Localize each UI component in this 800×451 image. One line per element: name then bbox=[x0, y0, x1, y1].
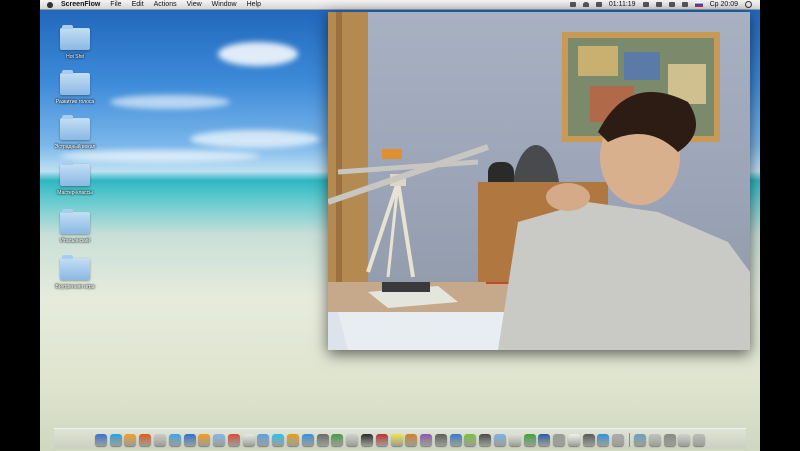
menu-window[interactable]: Window bbox=[212, 1, 237, 8]
tripod-leg bbox=[396, 181, 415, 278]
photo bbox=[624, 52, 660, 80]
menu-actions[interactable]: Actions bbox=[154, 1, 177, 8]
folder-label: Мастер-классы bbox=[57, 190, 93, 196]
dock-app-icon[interactable] bbox=[693, 434, 706, 446]
dock-app-icon[interactable] bbox=[479, 434, 492, 446]
person-hoodie bbox=[498, 202, 750, 350]
dock-app-icon[interactable] bbox=[272, 434, 285, 446]
cloud bbox=[190, 130, 320, 148]
dock-app-icon[interactable] bbox=[420, 434, 433, 446]
dock-app-icon[interactable] bbox=[434, 434, 447, 446]
dock-app-icon[interactable] bbox=[213, 434, 226, 446]
webcam-video-icon bbox=[328, 12, 750, 350]
dock-separator bbox=[628, 433, 630, 447]
dock-app-icon[interactable] bbox=[612, 434, 625, 446]
dock-app-icon[interactable] bbox=[390, 434, 403, 446]
folder-label: Итальянский bbox=[60, 238, 90, 244]
dock-app-icon[interactable] bbox=[493, 434, 506, 446]
dock-app-icon[interactable] bbox=[242, 434, 255, 446]
wifi-icon[interactable] bbox=[582, 2, 589, 7]
menu-app-name[interactable]: ScreenFlow bbox=[61, 1, 100, 8]
cloud bbox=[110, 95, 230, 109]
folder-label: Развитие голоса bbox=[55, 99, 95, 105]
photo bbox=[578, 46, 618, 76]
curtain-fold bbox=[336, 12, 342, 292]
desktop-folder[interactable]: Мастер-классы bbox=[52, 161, 98, 196]
folder-label: Внутренняя игра bbox=[55, 284, 95, 290]
dock-app-icon[interactable] bbox=[648, 434, 661, 446]
dock-app-icon[interactable] bbox=[198, 434, 211, 446]
menu-clock[interactable]: Ср 20:09 bbox=[710, 1, 738, 8]
dock-app-icon[interactable] bbox=[331, 434, 344, 446]
webcam-video-window[interactable] bbox=[328, 12, 750, 350]
menu-edit[interactable]: Edit bbox=[132, 1, 144, 8]
dock-app-icon[interactable] bbox=[287, 434, 300, 446]
dock-app-icon[interactable] bbox=[375, 434, 388, 446]
dock-app-icon[interactable] bbox=[183, 434, 196, 446]
volume-icon[interactable] bbox=[655, 2, 662, 7]
dock-app-icon[interactable] bbox=[464, 434, 477, 446]
battery-icon[interactable] bbox=[668, 2, 675, 7]
cloud bbox=[218, 42, 298, 66]
desktop-folder[interactable]: Развитие голоса bbox=[52, 70, 98, 105]
bluetooth-icon[interactable] bbox=[681, 2, 688, 7]
dock-app-icon[interactable] bbox=[227, 434, 240, 446]
cloud bbox=[60, 150, 260, 162]
dock-app-icon[interactable] bbox=[678, 434, 691, 446]
dock-app-icon[interactable] bbox=[553, 434, 566, 446]
folder-icon bbox=[60, 209, 90, 234]
folder-label: Hot Shit bbox=[66, 54, 84, 60]
input-source-flag-icon[interactable] bbox=[694, 2, 703, 7]
dock-app-icon[interactable] bbox=[154, 434, 166, 446]
dock-app-icon[interactable] bbox=[449, 434, 462, 446]
dock-app-icon[interactable] bbox=[634, 434, 646, 446]
dock-app-icon[interactable] bbox=[316, 434, 329, 446]
dock-app-icon[interactable] bbox=[139, 434, 152, 446]
desktop-folder[interactable]: Внутренняя игра bbox=[52, 255, 98, 290]
dock-app-icon[interactable] bbox=[360, 434, 373, 446]
status-menus: 01:11:19 Ср 20:09 bbox=[569, 0, 752, 9]
dock-app-icon[interactable] bbox=[538, 434, 551, 446]
menu-help[interactable]: Help bbox=[247, 1, 261, 8]
apple-menu-icon[interactable] bbox=[47, 1, 53, 8]
screenflow-status-icon[interactable] bbox=[569, 2, 576, 7]
menu-bar: ScreenFlow File Edit Actions View Window… bbox=[40, 0, 760, 10]
dock-app-icon[interactable] bbox=[405, 434, 418, 446]
folder-icon bbox=[60, 255, 90, 280]
dock-app-icon[interactable] bbox=[109, 434, 122, 446]
desktop-folder[interactable]: Эстрадный вокал bbox=[52, 115, 98, 150]
dock-app-icon[interactable] bbox=[124, 434, 137, 446]
folder-icon bbox=[60, 70, 90, 95]
dock-app-icon[interactable] bbox=[523, 434, 536, 446]
dock-app-icon[interactable] bbox=[663, 434, 676, 446]
curtain bbox=[328, 12, 368, 292]
device bbox=[382, 282, 430, 292]
dock bbox=[54, 428, 746, 449]
dock-app-icon[interactable] bbox=[597, 434, 610, 446]
desktop: ScreenFlow File Edit Actions View Window… bbox=[40, 0, 760, 451]
boom-clamp bbox=[382, 149, 402, 159]
dock-app-icon[interactable] bbox=[346, 434, 359, 446]
dock-app-icon[interactable] bbox=[168, 434, 181, 446]
folder-icon bbox=[60, 115, 90, 140]
dock-app-icon[interactable] bbox=[257, 434, 270, 446]
menu-view[interactable]: View bbox=[187, 1, 202, 8]
folder-label: Эстрадный вокал bbox=[54, 144, 96, 150]
dock-app-icon[interactable] bbox=[508, 434, 521, 446]
desktop-folder[interactable]: Итальянский bbox=[52, 209, 98, 244]
dock-app-icon[interactable] bbox=[567, 434, 580, 446]
display-icon[interactable] bbox=[595, 2, 602, 7]
desktop-folder[interactable]: Hot Shit bbox=[52, 25, 98, 60]
menu-file[interactable]: File bbox=[110, 1, 121, 8]
person-hand bbox=[546, 183, 590, 211]
dock-app-icon[interactable] bbox=[582, 434, 595, 446]
folder-icon bbox=[60, 161, 90, 186]
folder-icon bbox=[60, 25, 90, 50]
dock-app-icon[interactable] bbox=[94, 434, 107, 446]
dock-app-icon[interactable] bbox=[301, 434, 314, 446]
record-icon[interactable] bbox=[642, 2, 649, 7]
spotlight-search-icon[interactable] bbox=[745, 1, 752, 8]
recording-time: 01:11:19 bbox=[608, 1, 636, 8]
